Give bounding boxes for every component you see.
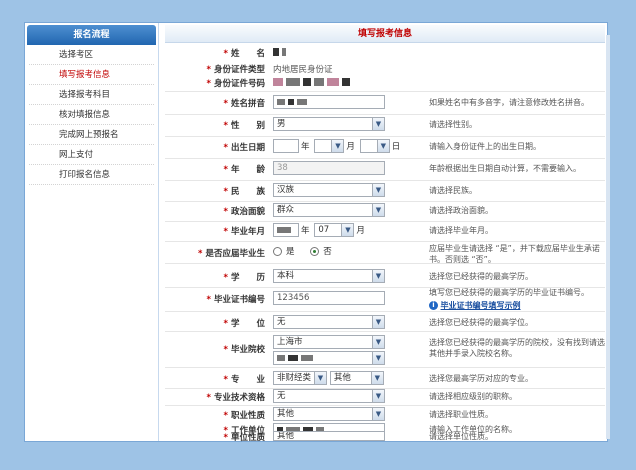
major-selects: 非财经类 ▼ 其他 ▼ <box>273 371 384 385</box>
cert-no-input[interactable]: 123456 <box>273 291 385 305</box>
sidebar-item-select-area[interactable]: 选择考区 <box>29 45 154 65</box>
unit-nature-select[interactable]: 其他 <box>273 431 385 442</box>
id-type-value: 内地居民身份证 <box>273 65 333 75</box>
ethnic-select[interactable]: 汉族 ▼ <box>273 183 385 197</box>
chevron-down-icon: ▼ <box>372 184 384 196</box>
info-icon: i <box>429 301 438 310</box>
birth-day-select[interactable]: ▼ <box>359 139 390 153</box>
form-area: 填写报考信息 * 姓 名 * 身份证件类型 内地居民身份证 * 身份证件号码 * 姓名拼… <box>165 23 610 443</box>
birth-year-input[interactable] <box>273 139 299 153</box>
political-hint: 请选择政治面貌。 <box>429 206 493 215</box>
job-nature-label: * 职业性质 <box>223 411 265 421</box>
chevron-down-icon: ▼ <box>314 372 326 384</box>
gender-hint: 请选择性别。 <box>429 120 477 129</box>
degree-select[interactable]: 无 ▼ <box>273 315 385 329</box>
sidebar-item-fill-info[interactable]: 填写报考信息 <box>29 65 154 85</box>
chevron-down-icon: ▼ <box>372 352 384 364</box>
gender-label: * 性 别 <box>223 121 265 131</box>
grad-year-input[interactable] <box>273 223 299 237</box>
chevron-down-icon: ▼ <box>372 270 384 282</box>
title-label: * 专业技术资格 <box>206 393 265 403</box>
name-value <box>273 47 289 57</box>
chevron-down-icon: ▼ <box>372 316 384 328</box>
sidebar-title: 报名流程 <box>27 25 156 45</box>
fresh-grad-label: * 是否应届毕业生 <box>198 249 265 259</box>
age-input: 38 <box>273 161 385 175</box>
id-type-label: * 身份证件类型 <box>206 65 265 75</box>
chevron-down-icon: ▼ <box>376 140 389 152</box>
major-hint: 选择您最高学历对应的专业。 <box>429 374 533 383</box>
education-select[interactable]: 本科 ▼ <box>273 269 385 283</box>
political-select[interactable]: 群众 ▼ <box>273 203 385 217</box>
cert-no-hint: 填写您已经获得的最高学历的毕业证书编号。 i 毕业证书编号填写示例 <box>429 288 589 310</box>
school-label: * 毕业院校 <box>223 345 265 355</box>
sidebar-item-complete-prereg[interactable]: 完成网上预报名 <box>29 125 154 145</box>
birth-month-select[interactable]: ▼ <box>314 139 345 153</box>
scrollbar[interactable] <box>606 35 610 439</box>
page-title: 填写报考信息 <box>165 25 605 43</box>
chevron-down-icon: ▼ <box>372 408 384 420</box>
ethnic-hint: 请选择民族。 <box>429 186 477 195</box>
cert-no-example-link[interactable]: 毕业证书编号填写示例 <box>441 301 521 310</box>
education-label: * 学 历 <box>223 273 265 283</box>
birth-hint: 请输入身份证件上的出生日期。 <box>429 142 541 151</box>
chevron-down-icon: ▼ <box>370 372 383 384</box>
job-nature-hint: 请选择职业性质。 <box>429 410 493 419</box>
chevron-down-icon: ▼ <box>331 140 344 152</box>
sidebar: 报名流程 选择考区 填写报考信息 选择报考科目 核对填报信息 完成网上预报名 网… <box>25 23 159 441</box>
chevron-down-icon: ▼ <box>372 336 384 348</box>
gender-select[interactable]: 男 ▼ <box>273 117 385 131</box>
sidebar-item-select-subjects[interactable]: 选择报考科目 <box>29 85 154 105</box>
degree-label: * 学 位 <box>223 319 265 329</box>
school-name-select[interactable]: ▼ <box>273 351 385 365</box>
name-label: * 姓 名 <box>223 49 265 59</box>
major-select[interactable]: 其他 ▼ <box>329 371 384 385</box>
grad-date-label: * 毕业年月 <box>223 227 265 237</box>
chevron-down-icon: ▼ <box>372 118 384 130</box>
chevron-down-icon: ▼ <box>372 204 384 216</box>
job-nature-select[interactable]: 其他 ▼ <box>273 407 385 421</box>
school-selects: 上海市 ▼ ▼ <box>273 335 385 365</box>
sidebar-item-verify-info[interactable]: 核对填报信息 <box>29 105 154 125</box>
grad-date-inputs: 年 07 ▼ 月 <box>273 223 367 237</box>
degree-hint: 选择您已经获得的最高学位。 <box>429 318 533 327</box>
education-hint: 选择您已经获得的最高学历。 <box>429 272 533 281</box>
major-category-select[interactable]: 非财经类 ▼ <box>273 371 327 385</box>
sidebar-item-print-info[interactable]: 打印报名信息 <box>29 165 154 185</box>
pinyin-hint: 如果姓名中有多音字，请注意修改姓名拼音。 <box>429 98 589 107</box>
fresh-grad-yes-radio[interactable] <box>273 246 282 256</box>
pinyin-label: * 姓名拼音 <box>223 99 265 109</box>
id-number-label: * 身份证件号码 <box>206 79 265 89</box>
school-hint: 选择您已经获得的最高学历的院校，没有找到请选其他并手录入院校名称。 <box>429 338 605 358</box>
unit-nature-label: * 单位性质 <box>223 433 265 443</box>
id-number-value <box>273 77 353 87</box>
chevron-down-icon: ▼ <box>372 390 384 402</box>
unit-nature-hint: 请选择单位性质。 <box>429 432 493 441</box>
sidebar-item-online-payment[interactable]: 网上支付 <box>29 145 154 165</box>
pinyin-input[interactable] <box>273 95 385 109</box>
grad-month-select[interactable]: 07 ▼ <box>314 223 355 237</box>
title-select[interactable]: 无 ▼ <box>273 389 385 403</box>
ethnic-label: * 民 族 <box>223 187 265 197</box>
fresh-grad-radios: 是 否 <box>273 245 334 257</box>
chevron-down-icon: ▼ <box>341 224 354 236</box>
grad-date-hint: 请选择毕业年月。 <box>429 226 493 235</box>
school-region-select[interactable]: 上海市 ▼ <box>273 335 385 349</box>
title-hint: 请选择相应级别的职称。 <box>429 392 517 401</box>
cert-no-label: * 毕业证书编号 <box>206 295 265 305</box>
fresh-grad-hint: 应届毕业生请选择 “是”，并下载应届毕业生承诺书。否则选 “否”。 <box>429 244 600 264</box>
main-window: 报名流程 选择考区 填写报考信息 选择报考科目 核对填报信息 完成网上预报名 网… <box>24 22 610 443</box>
birth-inputs: 年 ▼ 月 ▼ 日 <box>273 139 402 153</box>
age-hint: 年龄根据出生日期自动计算，不需要输入。 <box>429 164 581 173</box>
birth-label: * 出生日期 <box>223 143 265 153</box>
age-label: * 年 龄 <box>223 165 265 175</box>
major-label: * 专 业 <box>223 375 265 385</box>
fresh-grad-no-radio[interactable] <box>310 246 320 256</box>
political-label: * 政治面貌 <box>223 207 265 217</box>
